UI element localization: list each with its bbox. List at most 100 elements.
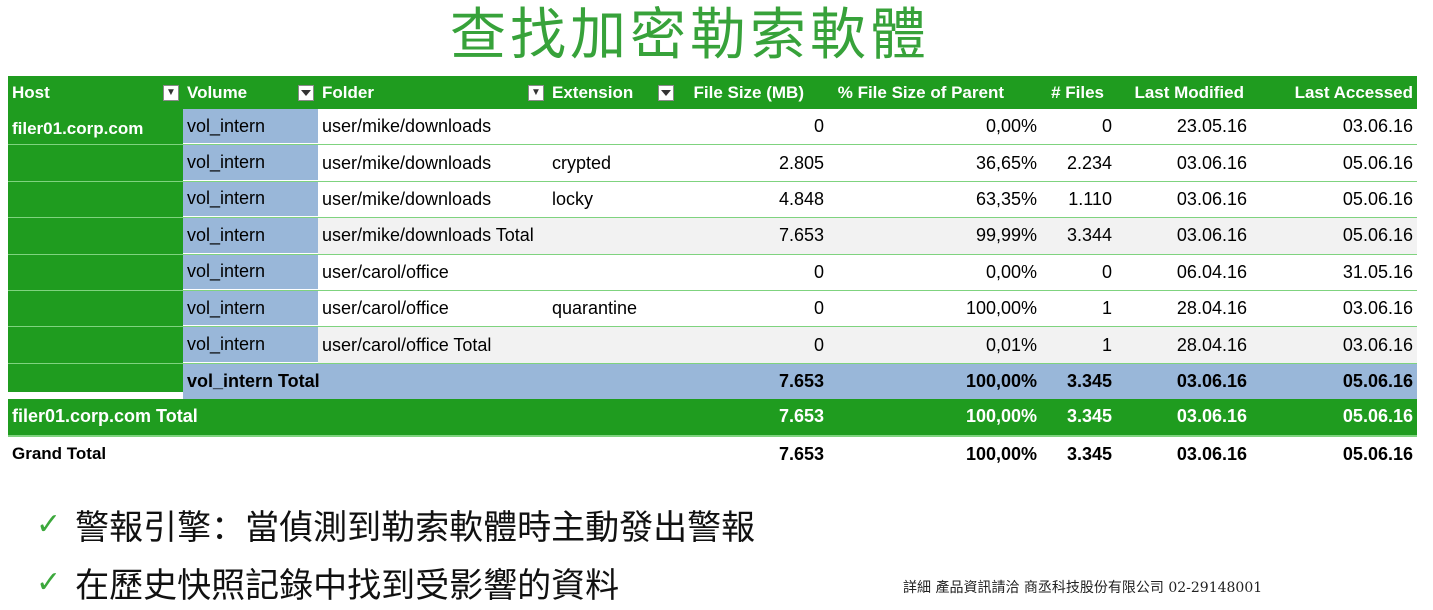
table-row: vol_intern user/mike/downloads crypted 2.80… [8, 145, 1417, 182]
cell-modified: 28.04.16 [1176, 298, 1247, 319]
cell-modified: 28.04.16 [1176, 334, 1247, 355]
check-icon: ✓ [36, 507, 62, 542]
cell-accessed: 31.05.16 [1342, 261, 1413, 282]
cell-size: 4.848 [778, 188, 824, 209]
header-folder[interactable]: Folder ▼ [318, 76, 548, 109]
header-accessed[interactable]: Last Accessed [1248, 76, 1417, 109]
cell-pct: 100,00% [965, 298, 1037, 319]
cell-modified: 03.06.16 [1176, 406, 1247, 427]
cell-files: 1 [1101, 334, 1112, 355]
cell-size: 0 [813, 261, 824, 282]
volume-total-label: vol_intern Total [187, 370, 320, 391]
contact-footer: 詳細 產品資訊請洽 商丞科技股份有限公司 02-29148001 [903, 580, 1263, 596]
cell-volume: vol_intern [183, 109, 318, 145]
cell-extension: crypted [552, 152, 612, 173]
filter-funnel-icon[interactable]: ▼ [528, 84, 544, 101]
header-volume-label: Volume [187, 82, 248, 102]
table-row: vol_intern user/mike/downloads locky 4.848 6… [8, 181, 1417, 219]
cell-size: 7.653 [778, 406, 824, 427]
bullet-item: ✓ 在歷史快照記錄中找到受影響的資料 [36, 558, 619, 607]
cell-extension [548, 255, 678, 290]
cell-accessed: 03.06.16 [1342, 334, 1413, 355]
table-row: vol_intern user/carol/office 0 0,00% 0 06.04.… [8, 254, 1417, 291]
cell-accessed: 05.06.16 [1342, 443, 1413, 464]
cell-pct: 100,00% [965, 406, 1037, 427]
cell-accessed: 05.06.16 [1342, 188, 1413, 209]
cell-accessed: 05.06.16 [1342, 370, 1413, 391]
cell-size: 7.653 [778, 225, 824, 246]
cell-accessed: 03.06.16 [1342, 116, 1413, 137]
table-row: vol_intern user/carol/office quarantine 0 10… [8, 290, 1417, 328]
cell-files: 3.344 [1066, 225, 1112, 246]
cell-accessed: 05.06.16 [1342, 225, 1413, 246]
cell-accessed: 05.06.16 [1342, 152, 1413, 173]
cell-modified: 03.06.16 [1176, 188, 1247, 209]
cell-files: 1 [1101, 298, 1112, 319]
header-folder-label: Folder [322, 82, 374, 102]
cell-pct: 0,00% [985, 261, 1037, 282]
header-volume[interactable]: Volume [183, 76, 318, 109]
cell-folder: user/mike/downloads Total [322, 225, 534, 246]
check-icon: ✓ [36, 565, 62, 600]
bullet-text: 在歷史快照記錄中找到受影響的資料 [75, 566, 620, 606]
cell-modified: 03.06.16 [1176, 225, 1247, 246]
cell-modified: 23.05.16 [1176, 116, 1247, 137]
header-host[interactable]: Host ▼ [8, 76, 183, 109]
cell-extension [548, 109, 678, 144]
cell-size: 7.653 [778, 443, 824, 464]
host-total-row: filer01.corp.com Total 7.653 100,00% 3.3… [8, 399, 1417, 435]
cell-folder: user/mike/downloads [322, 188, 492, 209]
cell-extension [548, 218, 678, 253]
cell-accessed: 05.06.16 [1342, 406, 1413, 427]
cell-pct: 63,35% [975, 188, 1037, 209]
cell-pct: 0,00% [985, 116, 1037, 137]
volume-total-row: vol_intern Total 7.653 100,00% 3.345 03.… [8, 363, 1417, 400]
cell-size: 0 [813, 334, 824, 355]
cell-pct: 0,01% [985, 334, 1037, 355]
table-row: vol_intern user/mike/downloads 0 0,00% 0 23.0… [8, 109, 1417, 146]
bullet-item: ✓ 警報引擎：當偵測到勒索軟體時主動發出警報 [36, 500, 755, 549]
header-pct[interactable]: % File Size of Parent [808, 76, 1008, 109]
cell-folder: user/carol/office [322, 261, 449, 282]
grand-total-label: Grand Total [12, 444, 107, 464]
cell-volume: vol_intern [183, 327, 318, 363]
pivot-table: Host ▼ Volume Folder ▼ Extension File Si… [8, 76, 1417, 472]
header-modified[interactable]: Last Modified [1108, 76, 1248, 109]
cell-volume: vol_intern [183, 145, 318, 181]
header-files[interactable]: # Files [1008, 76, 1108, 109]
table-row: vol_intern user/carol/office Total 0 0,01% 1… [8, 327, 1417, 364]
cell-size: 0 [813, 116, 824, 137]
header-extension[interactable]: Extension [548, 76, 678, 109]
cell-volume: vol_intern [183, 181, 318, 218]
dropdown-arrow-icon[interactable] [658, 84, 674, 101]
cell-modified: 03.06.16 [1176, 443, 1247, 464]
cell-modified: 03.06.16 [1176, 370, 1247, 391]
cell-files: 1.110 [1068, 188, 1112, 209]
cell-files: 0 [1101, 116, 1112, 137]
header-extension-label: Extension [552, 82, 634, 102]
cell-files: 0 [1101, 261, 1112, 282]
cell-pct: 100,00% [965, 443, 1037, 464]
cell-files: 3.345 [1066, 443, 1112, 464]
dropdown-arrow-icon[interactable] [298, 84, 314, 101]
cell-extension [548, 327, 678, 362]
cell-folder: user/carol/office [322, 298, 449, 319]
cell-size: 2.805 [778, 152, 824, 173]
cell-pct: 100,00% [965, 370, 1037, 391]
cell-size: 7.653 [778, 370, 824, 391]
table-row: vol_intern user/mike/downloads Total 7.653… [8, 218, 1417, 255]
host-total-label: filer01.corp.com Total [12, 406, 198, 427]
cell-extension: locky [552, 188, 594, 209]
cell-folder: user/mike/downloads [322, 116, 492, 137]
cell-modified: 03.06.16 [1176, 152, 1247, 173]
cell-pct: 99,99% [975, 225, 1037, 246]
cell-modified: 06.04.16 [1176, 261, 1247, 282]
filter-funnel-icon[interactable]: ▼ [163, 84, 179, 101]
cell-files: 2.234 [1066, 152, 1112, 173]
cell-files: 3.345 [1066, 406, 1112, 427]
header-host-label: Host [12, 82, 50, 102]
header-size[interactable]: File Size (MB) [678, 76, 808, 109]
cell-folder: user/carol/office Total [322, 334, 492, 355]
cell-extension: quarantine [552, 298, 638, 319]
grand-total-row: Grand Total 7.653 100,00% 3.345 03.06.16… [8, 434, 1417, 472]
